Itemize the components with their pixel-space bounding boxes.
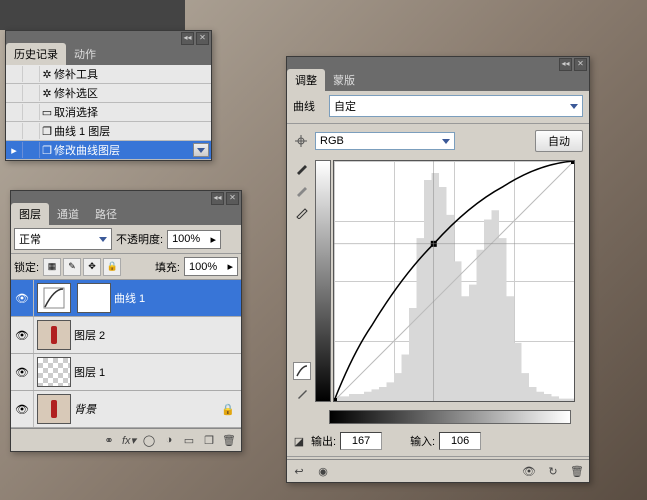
link-icon[interactable]: ⚭ bbox=[100, 432, 118, 448]
history-panel: ◂◂ ✕ 历史记录 动作 ✲修补工具 ✲修补选区 ▭取消选择 ❐曲线 1 图层 … bbox=[5, 30, 212, 161]
lock-move-icon[interactable]: ✥ bbox=[83, 258, 101, 276]
input-label: 输入: bbox=[410, 433, 435, 449]
lock-label: 锁定: bbox=[14, 259, 39, 275]
adjustments-toolbar: ↩ ◉ 👁 ↻ 🗑 bbox=[287, 459, 589, 482]
patch-icon: ✲ bbox=[40, 86, 54, 100]
return-icon[interactable]: ↩ bbox=[290, 463, 308, 479]
history-item[interactable]: ✲修补工具 bbox=[6, 65, 211, 84]
patch-icon: ✲ bbox=[40, 67, 54, 81]
layer-row[interactable]: 👁 图层 2 bbox=[11, 317, 241, 354]
trash-icon[interactable]: 🗑 bbox=[220, 432, 238, 448]
layer-row[interactable]: 👁 图层 1 bbox=[11, 354, 241, 391]
collapse-icon[interactable]: ◂◂ bbox=[211, 192, 224, 205]
trash-icon[interactable]: 🗑 bbox=[568, 463, 586, 479]
lock-paint-icon[interactable]: ✎ bbox=[63, 258, 81, 276]
eyedropper-black-icon[interactable] bbox=[294, 160, 310, 176]
adjustment-icon[interactable]: ◑ bbox=[160, 432, 178, 448]
opacity-label: 不透明度: bbox=[116, 231, 163, 247]
curve-mode-icon[interactable] bbox=[293, 362, 311, 380]
eyedropper-white-icon[interactable] bbox=[294, 204, 310, 220]
tab-actions[interactable]: 动作 bbox=[66, 43, 104, 65]
new-layer-icon[interactable]: ❐ bbox=[200, 432, 218, 448]
curves-graph[interactable] bbox=[333, 160, 575, 402]
lock-icon: 🔒 bbox=[221, 403, 235, 416]
layer-row[interactable]: 👁 曲线 1 bbox=[11, 280, 241, 317]
marquee-icon: ▭ bbox=[40, 105, 54, 119]
histogram-toggle-icon[interactable]: ◪ bbox=[291, 433, 307, 449]
fx-icon[interactable]: fx▾ bbox=[120, 432, 138, 448]
tab-paths[interactable]: 路径 bbox=[87, 203, 125, 225]
tab-history[interactable]: 历史记录 bbox=[6, 43, 66, 65]
layer-thumb bbox=[37, 357, 71, 387]
output-label: 输出: bbox=[311, 433, 336, 449]
output-gradient bbox=[315, 160, 331, 402]
collapse-icon[interactable]: ◂◂ bbox=[181, 32, 194, 45]
type-label: 曲线 bbox=[293, 98, 323, 114]
target-adjust-icon[interactable] bbox=[293, 133, 309, 149]
visibility-icon[interactable]: 👁 bbox=[11, 391, 34, 427]
input-gradient bbox=[329, 410, 571, 424]
tab-adjustments[interactable]: 调整 bbox=[287, 69, 325, 91]
tab-channels[interactable]: 通道 bbox=[49, 203, 87, 225]
layers-icon: ❐ bbox=[40, 143, 54, 157]
close-icon[interactable]: ✕ bbox=[574, 58, 587, 71]
mask-thumb-icon bbox=[77, 283, 111, 313]
close-icon[interactable]: ✕ bbox=[196, 32, 209, 45]
pencil-mode-icon[interactable] bbox=[294, 386, 310, 402]
blend-mode-select[interactable]: 正常 bbox=[14, 228, 112, 250]
history-item[interactable]: ▸❐修改曲线图层 bbox=[6, 141, 211, 160]
input-value[interactable]: 106 bbox=[439, 432, 481, 450]
fill-input[interactable]: 100%▸ bbox=[184, 257, 238, 276]
auto-button[interactable]: 自动 bbox=[535, 130, 583, 152]
tab-masks[interactable]: 蒙版 bbox=[325, 69, 363, 91]
layer-thumb bbox=[37, 320, 71, 350]
visibility-icon[interactable]: 👁 bbox=[11, 354, 34, 390]
eyedropper-gray-icon[interactable] bbox=[294, 182, 310, 198]
layer-name: 图层 1 bbox=[74, 364, 105, 380]
view-previous-icon[interactable]: 👁 bbox=[520, 463, 538, 479]
layer-name: 背景 bbox=[74, 401, 96, 417]
history-item[interactable]: ▭取消选择 bbox=[6, 103, 211, 122]
layer-thumb bbox=[37, 394, 71, 424]
layers-icon: ❐ bbox=[40, 124, 54, 138]
group-icon[interactable]: ▭ bbox=[180, 432, 198, 448]
visibility-icon[interactable]: 👁 bbox=[11, 317, 34, 353]
layer-name: 曲线 1 bbox=[114, 290, 145, 306]
layers-toolbar: ⚭ fx▾ ◯ ◑ ▭ ❐ 🗑 bbox=[11, 428, 241, 451]
output-value[interactable]: 167 bbox=[340, 432, 382, 450]
tab-layers[interactable]: 图层 bbox=[11, 203, 49, 225]
channel-select[interactable]: RGB bbox=[315, 132, 455, 150]
adjustment-thumb-icon bbox=[37, 283, 71, 313]
lock-all-icon[interactable]: 🔒 bbox=[103, 258, 121, 276]
visibility-icon[interactable]: 👁 bbox=[11, 280, 34, 316]
lock-transparency-icon[interactable]: ▦ bbox=[43, 258, 61, 276]
reset-icon[interactable]: ↻ bbox=[544, 463, 562, 479]
history-item[interactable]: ❐曲线 1 图层 bbox=[6, 122, 211, 141]
close-icon[interactable]: ✕ bbox=[226, 192, 239, 205]
clip-icon[interactable]: ◉ bbox=[314, 463, 332, 479]
adjustments-panel: ◂◂ ✕ 调整 蒙版 曲线 自定 RGB 自动 ◪ 输出: 167 输入: 10… bbox=[286, 56, 590, 483]
layers-panel: ◂◂ ✕ 图层 通道 路径 正常 不透明度: 100%▸ 锁定: ▦ ✎ ✥ 🔒… bbox=[10, 190, 242, 452]
history-item[interactable]: ✲修补选区 bbox=[6, 84, 211, 103]
preset-select[interactable]: 自定 bbox=[329, 95, 583, 117]
layer-name: 图层 2 bbox=[74, 327, 105, 343]
mask-icon[interactable]: ◯ bbox=[140, 432, 158, 448]
collapse-icon[interactable]: ◂◂ bbox=[559, 58, 572, 71]
layer-row[interactable]: 👁 背景 🔒 bbox=[11, 391, 241, 428]
opacity-input[interactable]: 100%▸ bbox=[167, 230, 221, 249]
fill-label: 填充: bbox=[155, 259, 180, 275]
